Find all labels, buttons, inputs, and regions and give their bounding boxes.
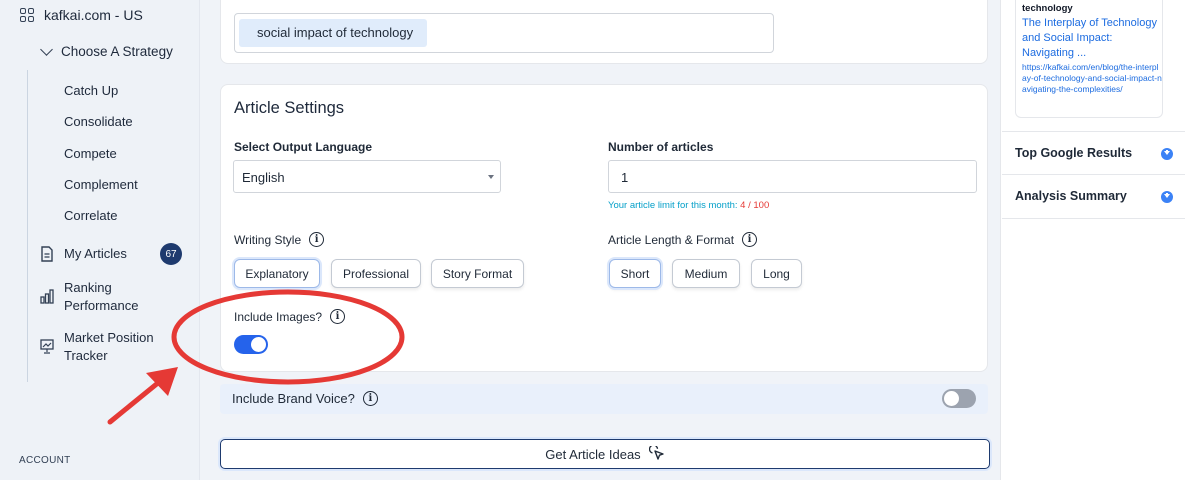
length-long-button[interactable]: Long: [751, 259, 802, 288]
article-count-input[interactable]: 1: [608, 160, 977, 193]
analysis-summary-label: Analysis Summary: [1015, 189, 1127, 203]
grid-icon: [20, 8, 34, 22]
top-google-results-label: Top Google Results: [1015, 146, 1133, 160]
presentation-chart-icon: [40, 339, 54, 354]
strategy-correlate[interactable]: Correlate: [64, 208, 117, 223]
choose-strategy-toggle[interactable]: Choose A Strategy: [40, 42, 173, 59]
topic-input[interactable]: social impact of technology: [234, 13, 774, 53]
article-length-heading: Article Length & Format i: [608, 232, 758, 247]
strategy-compete[interactable]: Compete: [64, 146, 117, 161]
ranking-line-1: Ranking: [64, 280, 112, 295]
articles-count-badge: 67: [160, 243, 182, 265]
brand-voice-row: Include Brand Voice? i: [220, 384, 988, 414]
get-article-ideas-button[interactable]: Get Article Ideas: [220, 439, 990, 469]
article-count-label: Number of articles: [608, 140, 714, 154]
reference-kicker: technology: [1022, 3, 1073, 14]
length-short-button[interactable]: Short: [609, 259, 661, 288]
main-content: social impact of technology Article Sett…: [200, 0, 1000, 480]
language-label: Select Output Language: [234, 140, 373, 154]
style-story-format-button[interactable]: Story Format: [431, 259, 524, 288]
ranking-line-2: Performance: [64, 298, 139, 313]
pointer-click-icon: [648, 446, 664, 460]
account-section-label: ACCOUNT: [19, 455, 71, 466]
language-value: English: [242, 170, 285, 185]
limit-prefix: Your article limit for this month:: [608, 200, 738, 211]
site-switcher[interactable]: kafkai.com - US: [20, 7, 143, 23]
brand-voice-label: Include Brand Voice?: [232, 391, 355, 406]
article-count-value: 1: [621, 170, 629, 185]
style-explanatory-button[interactable]: Explanatory: [234, 259, 320, 288]
market-label: Market Position Tracker: [64, 329, 154, 365]
topic-card: social impact of technology: [220, 0, 988, 64]
sidebar: kafkai.com - US Choose A Strategy Catch …: [0, 0, 200, 480]
download-icon[interactable]: [1161, 148, 1173, 160]
topic-chip[interactable]: social impact of technology: [239, 19, 428, 47]
download-icon[interactable]: [1161, 191, 1173, 203]
choose-strategy-label: Choose A Strategy: [61, 44, 173, 59]
toggle-knob: [251, 337, 266, 352]
writing-style-label: Writing Style: [234, 232, 302, 247]
bar-chart-icon: [40, 289, 54, 304]
strategy-catch-up[interactable]: Catch Up: [64, 83, 118, 98]
length-medium-button[interactable]: Medium: [672, 259, 740, 288]
strategy-complement[interactable]: Complement: [64, 177, 138, 192]
reference-card[interactable]: technology The Interplay of Technology a…: [1015, 0, 1163, 118]
include-images-toggle[interactable]: [234, 335, 268, 354]
chevron-down-icon: [40, 42, 53, 56]
caret-down-icon: [488, 175, 494, 179]
right-panel: technology The Interplay of Technology a…: [1000, 0, 1200, 480]
sidebar-item-market-position[interactable]: Market Position Tracker: [40, 329, 154, 365]
article-settings-card: Article Settings Select Output Language …: [220, 84, 988, 372]
info-icon[interactable]: i: [309, 232, 325, 247]
info-icon[interactable]: i: [330, 309, 346, 324]
analysis-summary-section[interactable]: Analysis Summary: [1002, 175, 1185, 219]
include-images-label: Include Images?: [234, 309, 323, 324]
article-length-label: Article Length & Format: [608, 232, 735, 247]
strategy-consolidate[interactable]: Consolidate: [64, 114, 133, 129]
brand-voice-toggle[interactable]: [942, 389, 976, 408]
limit-value: 4 / 100: [740, 200, 770, 211]
sidebar-item-ranking-performance[interactable]: Ranking Performance: [40, 279, 138, 315]
reference-url-link[interactable]: https://kafkai.com/en/blog/the-interplay…: [1022, 62, 1162, 94]
ranking-label: Ranking Performance: [64, 279, 138, 315]
top-google-results-section[interactable]: Top Google Results: [1002, 131, 1185, 175]
settings-title: Article Settings: [234, 99, 345, 117]
sidebar-item-my-articles[interactable]: My Articles: [40, 245, 127, 263]
reference-title-link[interactable]: The Interplay of Technology and Social I…: [1022, 16, 1162, 61]
market-line-1: Market Position: [64, 330, 154, 345]
brand-voice-heading: Include Brand Voice? i: [232, 391, 378, 406]
market-line-2: Tracker: [64, 348, 108, 363]
info-icon[interactable]: i: [742, 232, 758, 247]
include-images-heading: Include Images? i: [234, 309, 346, 324]
style-professional-button[interactable]: Professional: [331, 259, 421, 288]
nav-divider: [27, 70, 28, 382]
get-ideas-label: Get Article Ideas: [545, 446, 641, 462]
writing-style-heading: Writing Style i: [234, 232, 325, 247]
article-limit-note: Your article limit for this month: 4 / 1…: [608, 200, 769, 211]
info-icon[interactable]: i: [362, 391, 378, 406]
language-select[interactable]: English: [233, 160, 501, 193]
toggle-knob: [944, 391, 959, 406]
my-articles-label: My Articles: [64, 246, 127, 261]
document-icon: [41, 246, 53, 262]
site-name: kafkai.com - US: [44, 7, 143, 23]
